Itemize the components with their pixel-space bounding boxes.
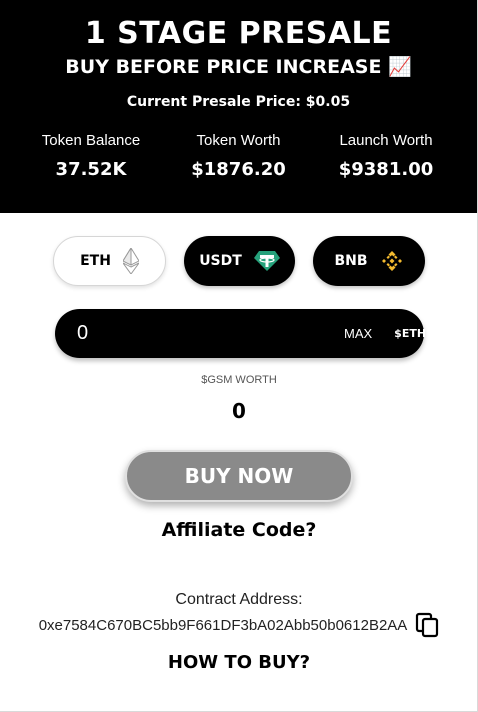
stat-label: Token Worth xyxy=(196,132,281,149)
stat-launch-worth: Launch Worth $9381.00 xyxy=(321,132,451,180)
stat-token-worth: Token Worth $1876.20 xyxy=(174,132,304,180)
binance-icon xyxy=(381,251,402,271)
tether-icon xyxy=(253,251,280,271)
eth-label: ETH xyxy=(80,253,111,269)
stat-label: Launch Worth xyxy=(339,132,433,149)
ethereum-icon xyxy=(122,248,139,274)
contract-address: 0xe7584C670BC5bb9F661DF3bA02Abb50b0612B2… xyxy=(38,616,408,634)
eth-button[interactable]: ETH xyxy=(53,236,166,286)
page-title: 1 STAGE PRESALE xyxy=(84,16,393,51)
buy-now-button[interactable]: BUY NOW xyxy=(125,450,353,502)
stat-label: Token Balance xyxy=(41,132,141,149)
presale-price: Current Presale Price: $0.05 xyxy=(126,94,351,110)
stat-value: $1876.20 xyxy=(191,159,286,180)
stat-value: 37.52K xyxy=(55,159,127,180)
how-to-buy-link[interactable]: HOW TO BUY? xyxy=(0,652,478,673)
stats-row: Token Balance 37.52K Token Worth $1876.2… xyxy=(0,132,477,180)
bnb-label: BNB xyxy=(334,253,368,269)
worth-label: $GSM WORTH xyxy=(201,374,277,386)
currency-selector: ETH USDT BNB xyxy=(53,236,425,286)
contract-label: Contract Address: xyxy=(175,591,303,608)
amount-field: MAX $ETH xyxy=(55,309,427,358)
amount-input[interactable] xyxy=(55,321,344,346)
usdt-label: USDT xyxy=(199,253,242,269)
contract-row: 0xe7584C670BC5bb9F661DF3bA02Abb50b0612B2… xyxy=(0,612,478,638)
presale-widget: 1 STAGE PRESALE BUY BEFORE PRICE INCREAS… xyxy=(0,0,478,712)
max-button[interactable]: MAX xyxy=(344,326,372,341)
stat-value: $9381.00 xyxy=(338,159,434,180)
usdt-button[interactable]: USDT xyxy=(184,236,295,286)
stat-token-balance: Token Balance 37.52K xyxy=(26,132,156,180)
bnb-button[interactable]: BNB xyxy=(313,236,425,286)
copy-icon[interactable] xyxy=(415,612,439,638)
worth-value: 0 xyxy=(232,399,246,423)
amount-unit: $ETH xyxy=(394,327,427,340)
page-subtitle: BUY BEFORE PRICE INCREASE 📈 xyxy=(65,56,412,78)
presale-header: 1 STAGE PRESALE BUY BEFORE PRICE INCREAS… xyxy=(0,0,477,213)
affiliate-code-link[interactable]: Affiliate Code? xyxy=(0,519,478,541)
